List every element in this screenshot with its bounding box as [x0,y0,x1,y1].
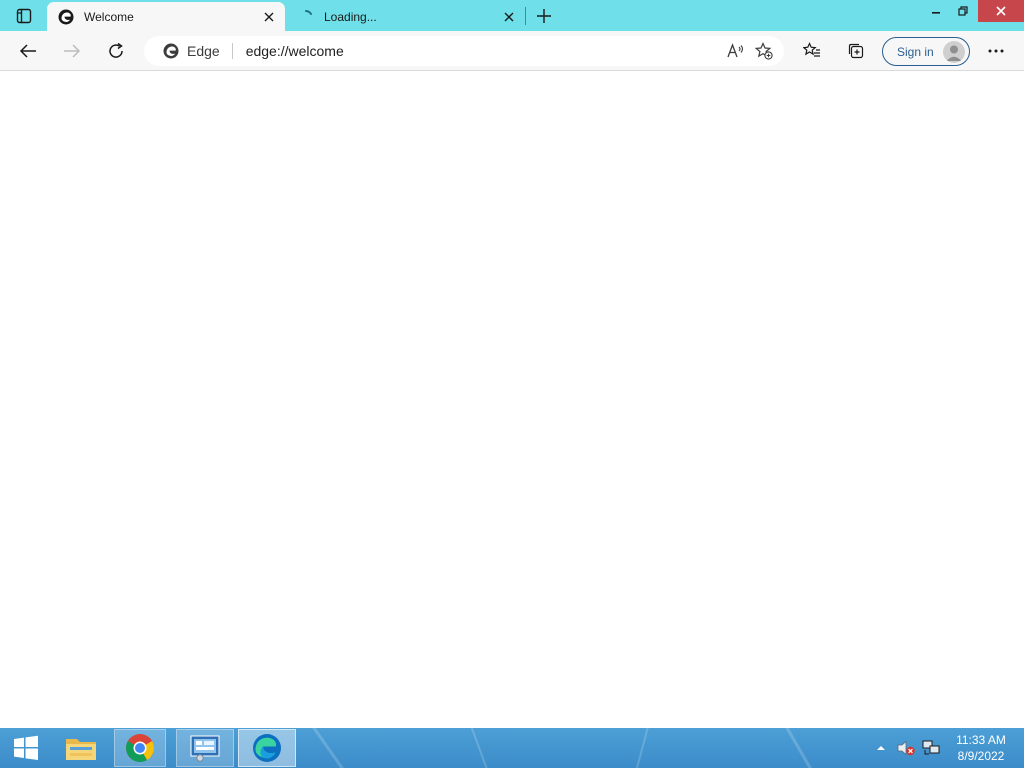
tab-actions-icon [16,8,32,24]
refresh-icon [109,42,123,58]
collections-icon [848,43,864,59]
edge-logo-icon [58,9,74,25]
tab-welcome[interactable]: Welcome [47,2,285,31]
address-divider [231,43,233,59]
close-window-button[interactable] [978,0,1024,22]
wallpaper-streak [310,728,353,768]
minimize-button[interactable] [922,0,950,22]
taskbar-edge[interactable] [238,729,296,767]
back-button[interactable] [14,37,42,65]
read-aloud-icon[interactable] [722,37,750,65]
restore-button[interactable] [950,0,976,22]
file-explorer-icon [66,739,96,760]
taskbar: 11:33 AM 8/9/2022 [0,728,1024,768]
add-favorite-icon[interactable] [750,37,778,65]
speaker-muted-icon [897,740,915,756]
taskbar-chrome[interactable] [114,729,166,767]
loading-spinner-icon [298,9,314,25]
edge-icon [253,734,281,762]
restore-icon [958,6,968,16]
start-button[interactable] [0,728,52,768]
refresh-button[interactable] [102,37,130,65]
tab-close-icon[interactable] [259,7,279,27]
arrow-right-icon [64,44,81,58]
url-text[interactable]: edge://welcome [246,43,722,59]
page-content [0,71,1024,728]
chevron-up-icon [877,746,885,750]
sign-in-label: Sign in [897,44,934,59]
tab-divider [525,7,526,25]
wallpaper-streak [468,728,494,768]
address-bar[interactable]: Edge edge://welcome [144,36,784,66]
edge-logo-icon [162,42,180,60]
plus-icon [537,9,551,23]
favorites-button[interactable] [798,37,826,65]
tab-title: Loading... [324,9,377,24]
site-identity-label[interactable]: Edge [187,43,220,59]
sign-in-button[interactable]: Sign in [882,37,970,66]
favorites-icon [803,42,820,57]
taskbar-control-panel[interactable] [176,729,234,767]
forward-button[interactable] [58,37,86,65]
title-bar: Welcome Loading... [0,0,1024,31]
volume-button[interactable] [894,728,918,768]
taskbar-file-explorer[interactable] [53,729,109,767]
chrome-icon [126,734,154,762]
close-icon [996,6,1006,16]
system-clock[interactable]: 11:33 AM 8/9/2022 [946,732,1016,764]
more-options-icon [988,49,1004,53]
wallpaper-streak [630,728,652,768]
arrow-left-icon [19,44,36,58]
collections-button[interactable] [842,37,870,65]
windows-logo-icon [14,735,38,760]
control-panel-icon [190,735,220,762]
browser-toolbar: Edge edge://welcome Sign in [0,31,1024,71]
tab-actions-button[interactable] [8,6,40,26]
tab-loading[interactable]: Loading... [287,2,525,31]
tab-close-icon[interactable] [499,7,519,27]
show-hidden-icons-button[interactable] [872,728,890,768]
new-tab-button[interactable] [531,4,557,28]
wallpaper-streak [782,728,821,768]
minimize-icon [932,12,940,14]
clock-time: 11:33 AM [956,733,1006,747]
network-icon [922,740,940,755]
profile-avatar-icon [943,40,965,63]
network-button[interactable] [920,728,942,768]
tab-title: Welcome [84,9,134,24]
clock-date: 8/9/2022 [957,749,1005,763]
settings-and-more-button[interactable] [982,37,1010,65]
